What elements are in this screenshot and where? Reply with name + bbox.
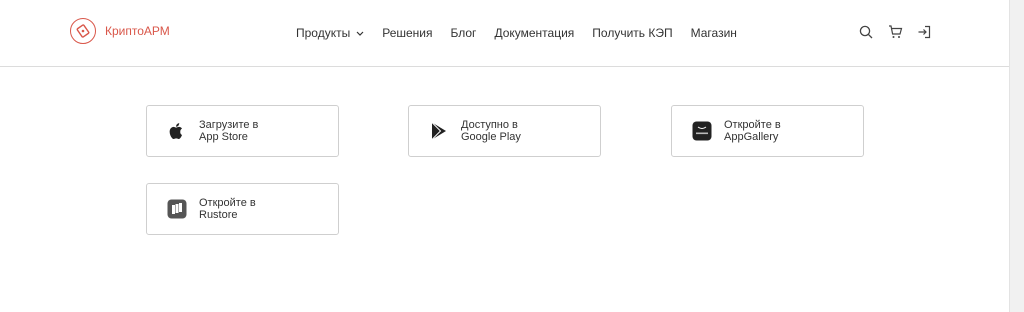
google-play-icon	[429, 121, 449, 141]
logo[interactable]: КриптоАРМ	[70, 18, 170, 44]
logo-text: КриптоАРМ	[105, 24, 170, 38]
app-store-button[interactable]: Загрузите в App Store	[146, 105, 339, 157]
apple-icon	[167, 121, 187, 141]
rustore-text: Откройте в Rustore	[199, 197, 256, 221]
nav-products[interactable]: Продукты	[296, 26, 364, 40]
google-play-line1: Доступно в	[461, 119, 518, 131]
nav-documentation[interactable]: Документация	[494, 26, 574, 40]
page-scrollbar[interactable]	[1009, 0, 1024, 312]
nav-products-label: Продукты	[296, 26, 351, 40]
rustore-icon	[167, 199, 187, 219]
appgallery-text: Откройте в AppGallery	[724, 119, 781, 143]
site-header: КриптоАРМ Продукты Решения Блог Документ…	[0, 0, 1010, 67]
nav-blog[interactable]: Блог	[451, 26, 477, 40]
header-actions	[858, 24, 945, 40]
appgallery-line1: Откройте в	[724, 119, 781, 131]
cart-icon[interactable]	[887, 24, 903, 40]
rustore-line1: Откройте в	[199, 197, 256, 209]
logo-icon	[70, 18, 96, 44]
appgallery-icon	[692, 121, 712, 141]
google-play-line2: Google Play	[461, 131, 521, 143]
nav-shop[interactable]: Магазин	[691, 26, 737, 40]
rustore-button[interactable]: Откройте в Rustore	[146, 183, 339, 235]
app-store-line2: App Store	[199, 131, 248, 143]
nav-solutions[interactable]: Решения	[382, 26, 432, 40]
rustore-line2: Rustore	[199, 209, 238, 221]
chevron-down-icon	[356, 31, 364, 36]
app-store-text: Загрузите в App Store	[199, 119, 258, 143]
nav-get-kep[interactable]: Получить КЭП	[592, 26, 672, 40]
google-play-text: Доступно в Google Play	[461, 119, 521, 143]
search-icon[interactable]	[858, 24, 874, 40]
appgallery-button[interactable]: Откройте в AppGallery	[671, 105, 864, 157]
login-icon[interactable]	[916, 24, 932, 40]
main-nav: Продукты Решения Блог Документация Получ…	[296, 26, 755, 40]
google-play-button[interactable]: Доступно в Google Play	[408, 105, 601, 157]
appgallery-line2: AppGallery	[724, 131, 779, 143]
app-store-line1: Загрузите в	[199, 119, 259, 131]
